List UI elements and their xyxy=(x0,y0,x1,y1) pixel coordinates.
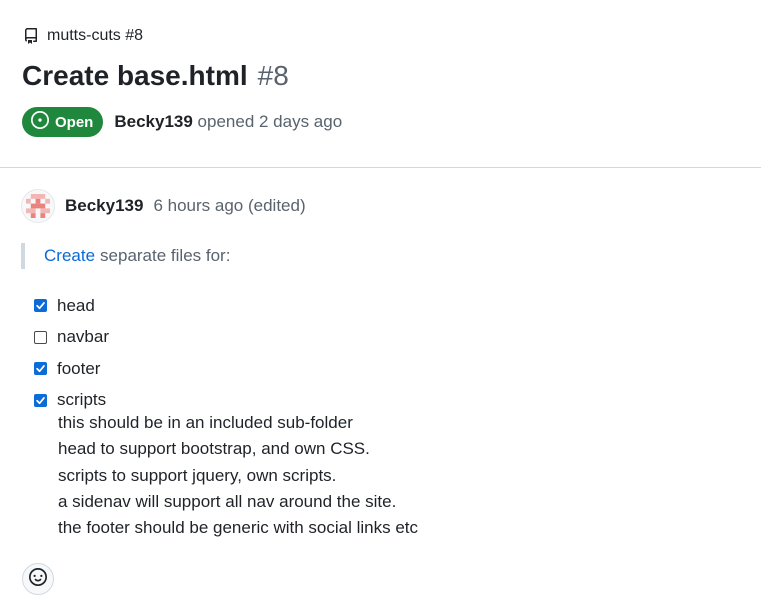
task-item: navbar xyxy=(34,322,109,354)
task-label: navbar xyxy=(57,327,109,347)
note-line: a sidenav will support all nav around th… xyxy=(58,491,397,511)
task-label: footer xyxy=(57,358,101,378)
repo-label[interactable]: mutts-cuts #8 xyxy=(47,27,143,45)
issue-open-icon xyxy=(31,111,49,133)
note-line: this should be in an included sub-folder xyxy=(58,413,353,432)
blockquote: Create separate files for: xyxy=(21,243,230,269)
status-badge-label: Open xyxy=(55,113,94,131)
quote-text: separate files for: xyxy=(100,246,231,265)
task-checkbox[interactable] xyxy=(34,362,47,376)
comment-timestamp[interactable]: 6 hours ago (edited) xyxy=(153,196,305,216)
task-list: head navbar footer scripts xyxy=(34,290,109,416)
task-checkbox[interactable] xyxy=(34,299,47,313)
smiley-icon xyxy=(29,567,47,591)
issue-number: #8 xyxy=(257,60,289,91)
comment-author-link[interactable]: Becky139 xyxy=(65,196,143,216)
header-divider xyxy=(0,167,761,168)
note-line: head to support bootstrap, and own CSS. xyxy=(58,439,370,459)
task-notes: this should be in an included sub-folder… xyxy=(58,410,418,541)
repo-icon xyxy=(23,28,39,44)
task-item: head xyxy=(34,290,109,322)
task-checkbox[interactable] xyxy=(34,393,47,407)
comment-header: Becky139 6 hours ago (edited) xyxy=(21,188,306,224)
repo-breadcrumb[interactable]: mutts-cuts #8 xyxy=(23,25,143,47)
avatar[interactable] xyxy=(21,189,55,223)
note-line: scripts to support jquery, own scripts. xyxy=(58,465,337,485)
task-label: head xyxy=(57,295,95,315)
add-reaction-button[interactable] xyxy=(22,563,54,595)
task-checkbox[interactable] xyxy=(34,330,47,344)
status-badge: Open xyxy=(22,107,104,137)
issue-title: Create base.html #8 xyxy=(22,60,289,100)
issue-title-text: Create base.html xyxy=(22,60,248,91)
quote-link[interactable]: Create xyxy=(44,246,95,266)
issue-meta: Open Becky139 opened 2 days ago xyxy=(22,107,342,137)
issue-author-link[interactable]: Becky139 xyxy=(114,112,192,131)
task-label: scripts xyxy=(57,390,107,410)
note-line: the footer should be generic with social… xyxy=(58,518,419,538)
task-item: footer xyxy=(34,353,109,385)
issue-opened-text: opened 2 days ago xyxy=(197,112,343,131)
